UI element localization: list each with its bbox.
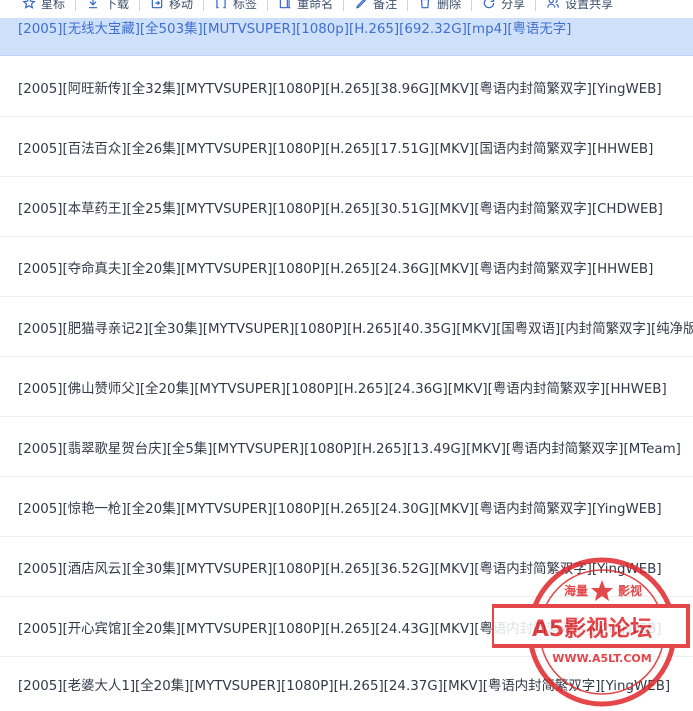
- share-button[interactable]: 分享: [482, 0, 537, 12]
- delete-label: 删除: [437, 0, 462, 11]
- download-button[interactable]: 下载: [86, 0, 141, 12]
- toolbar-divider: [343, 0, 345, 11]
- file-row[interactable]: [2005][本草药王][全25集][MYTVSUPER][1080P][H.2…: [0, 177, 693, 237]
- file-name: [2005][百法百众][全26集][MYTVSUPER][1080P][H.2…: [18, 141, 654, 157]
- star-icon: [22, 0, 36, 10]
- rename-icon: [278, 0, 292, 10]
- file-row[interactable]: [2005][百法百众][全26集][MYTVSUPER][1080P][H.2…: [0, 117, 693, 177]
- file-name: [2005][惊艳一枪][全20集][MYTVSUPER][1080P][H.2…: [18, 501, 662, 517]
- file-row[interactable]: [2005][惊艳一枪][全20集][MYTVSUPER][1080P][H.2…: [0, 477, 693, 537]
- file-row[interactable]: [2005][夺命真夫][全20集][MYTVSUPER][1080P][H.2…: [0, 237, 693, 297]
- toolbar-divider: [471, 0, 473, 11]
- move-button[interactable]: 移动: [150, 0, 205, 12]
- share-icon: [482, 0, 496, 10]
- file-name: [2005][肥猫寻亲记2][全30集][MYTVSUPER][1080P][H…: [18, 321, 693, 337]
- tag-icon: [214, 0, 228, 10]
- file-name: [2005][佛山赞师父][全20集][MYTVSUPER][1080P][H.…: [18, 381, 667, 397]
- tag-label: 标签: [233, 0, 258, 11]
- toolbar-divider: [535, 0, 537, 11]
- stamp-top-text-2: 影视: [618, 583, 642, 598]
- file-row[interactable]: [2005][佛山赞师父][全20集][MYTVSUPER][1080P][H.…: [0, 357, 693, 417]
- download-label: 下载: [105, 0, 130, 11]
- delete-button[interactable]: 删除: [418, 0, 473, 12]
- file-name: [2005][夺命真夫][全20集][MYTVSUPER][1080P][H.2…: [18, 261, 654, 277]
- file-name: [2005][阿旺新传][全32集][MYTVSUPER][1080P][H.2…: [18, 81, 662, 97]
- stamp-star-icon: [591, 580, 613, 601]
- file-row[interactable]: [2005][阿旺新传][全32集][MYTVSUPER][1080P][H.2…: [0, 57, 693, 117]
- a5lt-watermark-stamp: 海量 影视 A5影视论坛 WWW.A5LT.COM: [492, 557, 690, 707]
- file-row[interactable]: [2005][肥猫寻亲记2][全30集][MYTVSUPER][1080P][H…: [0, 297, 693, 357]
- action-toolbar: 星标 下载 移动 标签 重命名 备注 删除 分享 设置共享: [0, 0, 693, 18]
- toolbar-divider: [139, 0, 141, 11]
- trash-icon: [418, 0, 432, 10]
- star-button[interactable]: 星标: [22, 0, 77, 12]
- file-name: [2005][翡翠歌星贺台庆][全5集][MYTVSUPER][1080P][H…: [18, 441, 681, 457]
- move-icon: [150, 0, 164, 10]
- file-row[interactable]: [2005][翡翠歌星贺台庆][全5集][MYTVSUPER][1080P][H…: [0, 417, 693, 477]
- toolbar-divider: [75, 0, 77, 11]
- set-share-label: 设置共享: [565, 0, 614, 11]
- star-label: 星标: [41, 0, 66, 11]
- note-button[interactable]: 备注: [354, 0, 409, 12]
- toolbar-divider: [267, 0, 269, 11]
- download-icon: [86, 0, 100, 10]
- file-name: [2005][无线大宝藏][全503集][MUTVSUPER][1080p][H…: [18, 22, 572, 37]
- toolbar-divider: [407, 0, 409, 11]
- share-label: 分享: [501, 0, 526, 11]
- note-label: 备注: [373, 0, 398, 11]
- stamp-main-text: A5影视论坛: [532, 616, 652, 642]
- users-icon: [546, 0, 560, 10]
- stamp-top-text: 海量: [564, 583, 588, 598]
- toolbar-divider: [203, 0, 205, 11]
- note-icon: [354, 0, 368, 10]
- stamp-url-text: WWW.A5LT.COM: [552, 652, 651, 665]
- tag-button[interactable]: 标签: [214, 0, 269, 12]
- rename-label: 重命名: [297, 0, 334, 11]
- rename-button[interactable]: 重命名: [278, 0, 345, 12]
- move-label: 移动: [169, 0, 194, 11]
- set-share-button[interactable]: 设置共享: [546, 0, 613, 12]
- file-name: [2005][本草药王][全25集][MYTVSUPER][1080P][H.2…: [18, 201, 663, 217]
